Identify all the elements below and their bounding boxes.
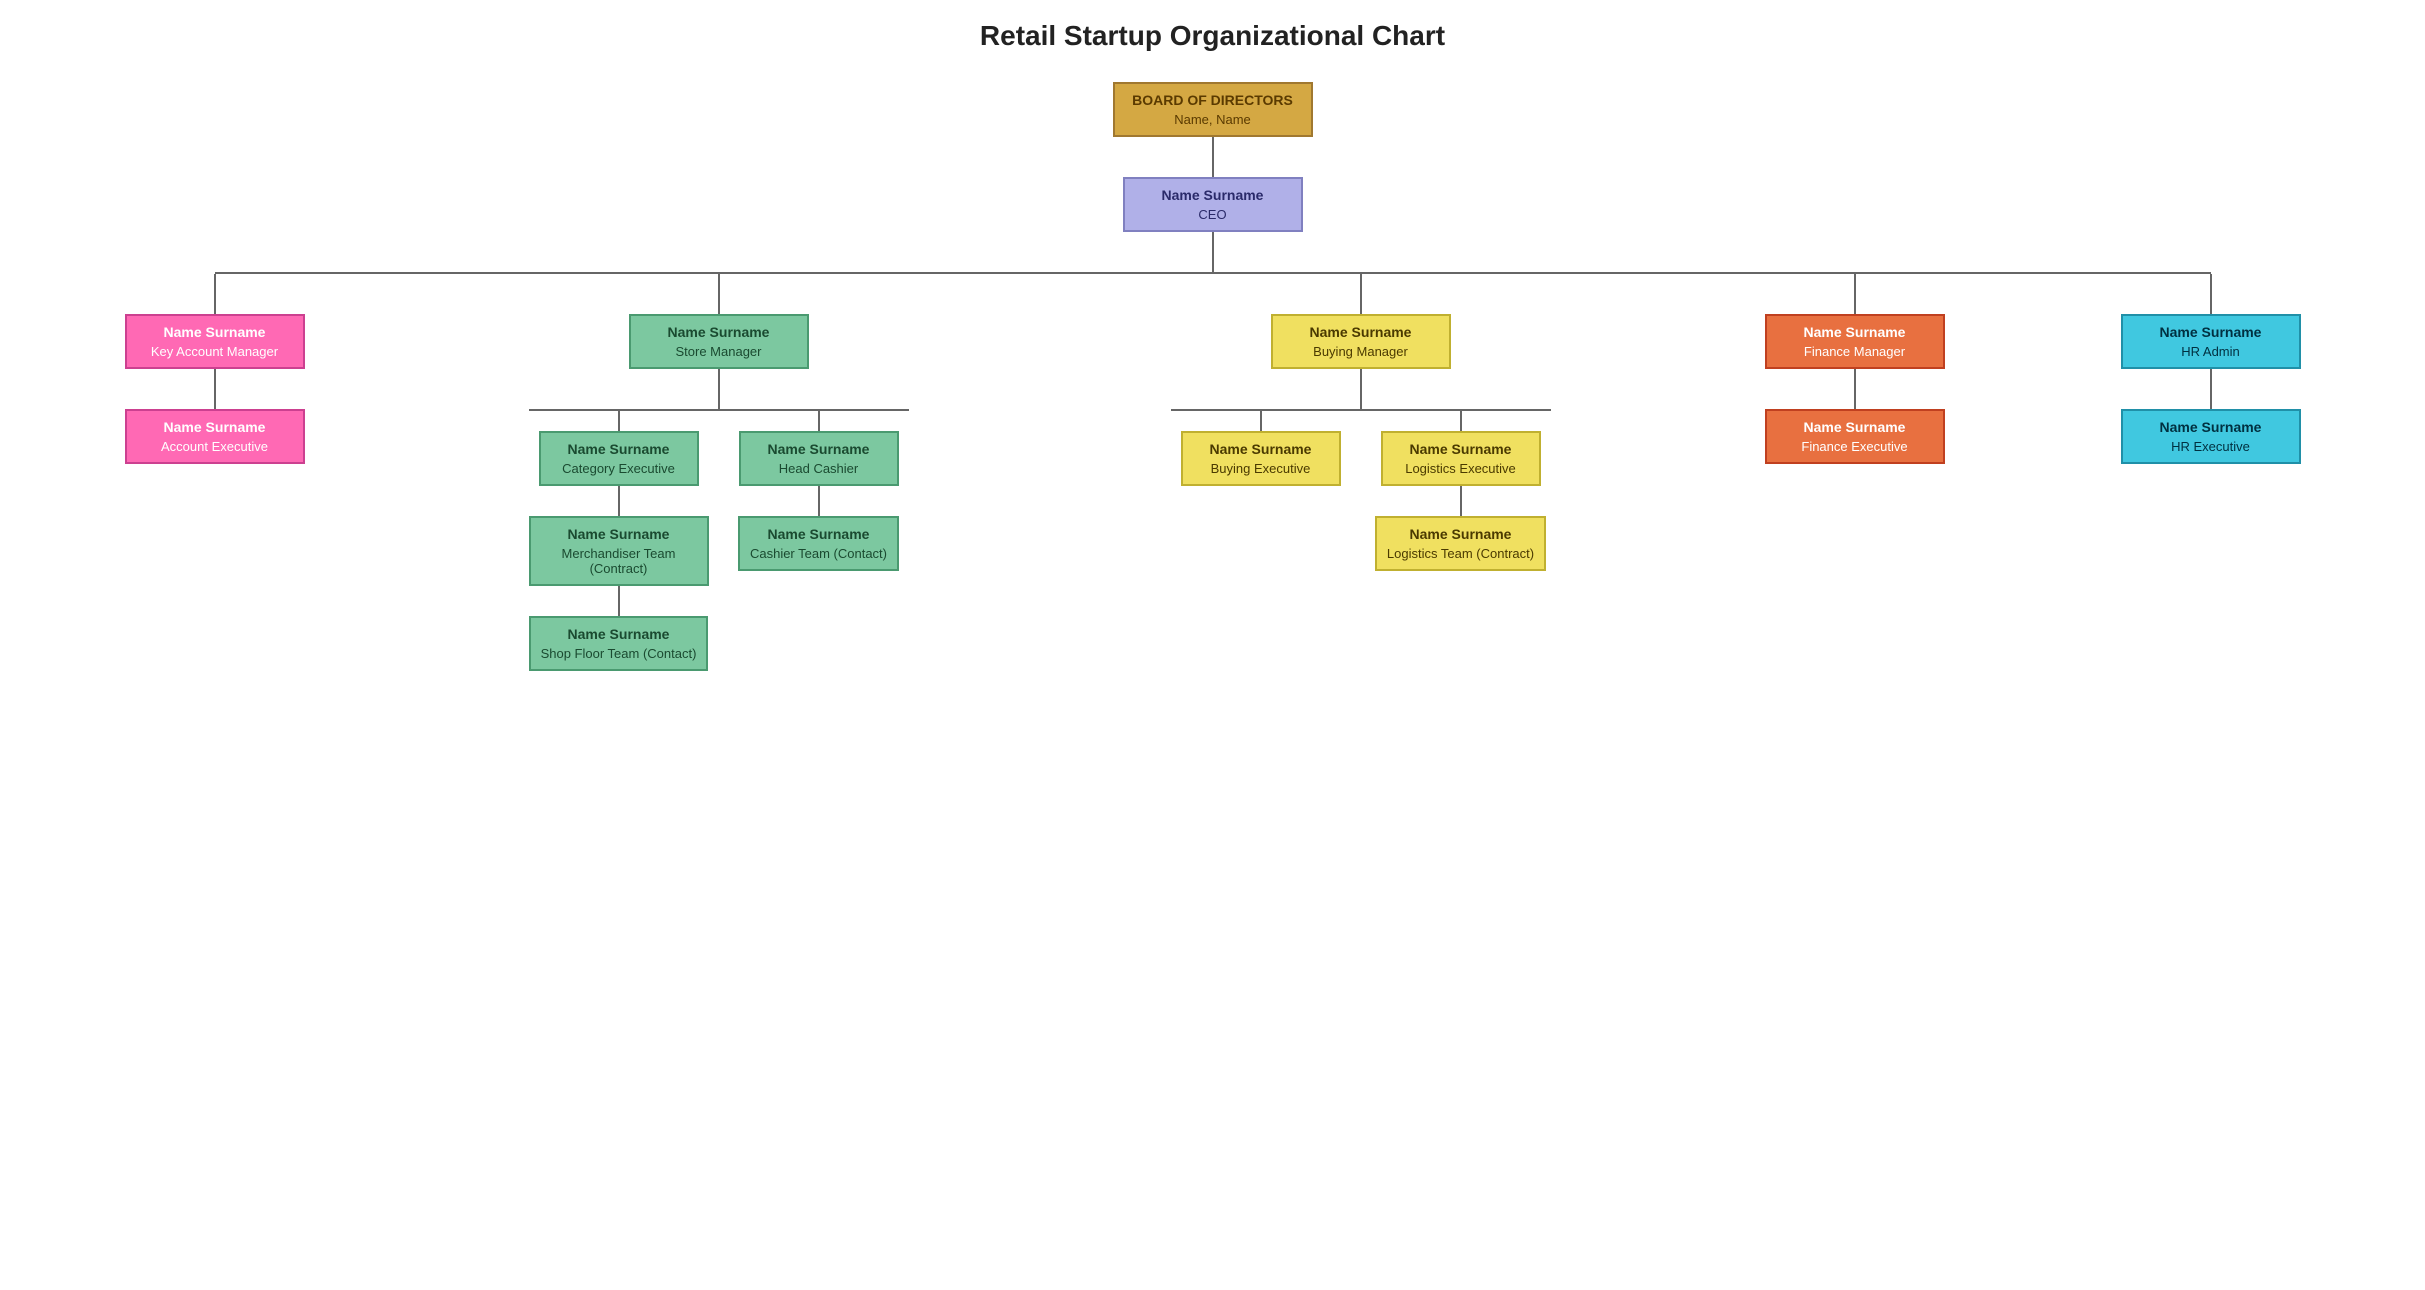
merch-team-node: Name Surname Merchandiser Team (Contract…	[529, 516, 709, 586]
buying-mgr-node: Name Surname Buying Manager	[1271, 314, 1451, 369]
chart-title: Retail Startup Organizational Chart	[980, 20, 1445, 52]
shop-floor-node: Name Surname Shop Floor Team (Contact)	[529, 616, 709, 671]
store-mgr-node: Name Surname Store Manager	[629, 314, 809, 369]
logistics-team-node: Name Surname Logistics Team (Contract)	[1375, 516, 1546, 571]
hr-exec-node: Name Surname HR Executive	[2121, 409, 2301, 464]
buying-exec-node: Name Surname Buying Executive	[1181, 431, 1341, 486]
cashier-team-node: Name Surname Cashier Team (Contact)	[738, 516, 899, 571]
hr-admin-node: Name Surname HR Admin	[2121, 314, 2301, 369]
category-exec-node: Name Surname Category Executive	[539, 431, 699, 486]
key-account-mgr-node: Name Surname Key Account Manager	[125, 314, 305, 369]
board-node: BOARD OF DIRECTORS Name, Name	[1113, 82, 1313, 137]
finance-exec-node: Name Surname Finance Executive	[1765, 409, 1945, 464]
ceo-node: Name Surname CEO	[1123, 177, 1303, 232]
logistics-exec-node: Name Surname Logistics Executive	[1381, 431, 1541, 486]
head-cashier-node: Name Surname Head Cashier	[739, 431, 899, 486]
finance-mgr-node: Name Surname Finance Manager	[1765, 314, 1945, 369]
account-exec-node: Name Surname Account Executive	[125, 409, 305, 464]
